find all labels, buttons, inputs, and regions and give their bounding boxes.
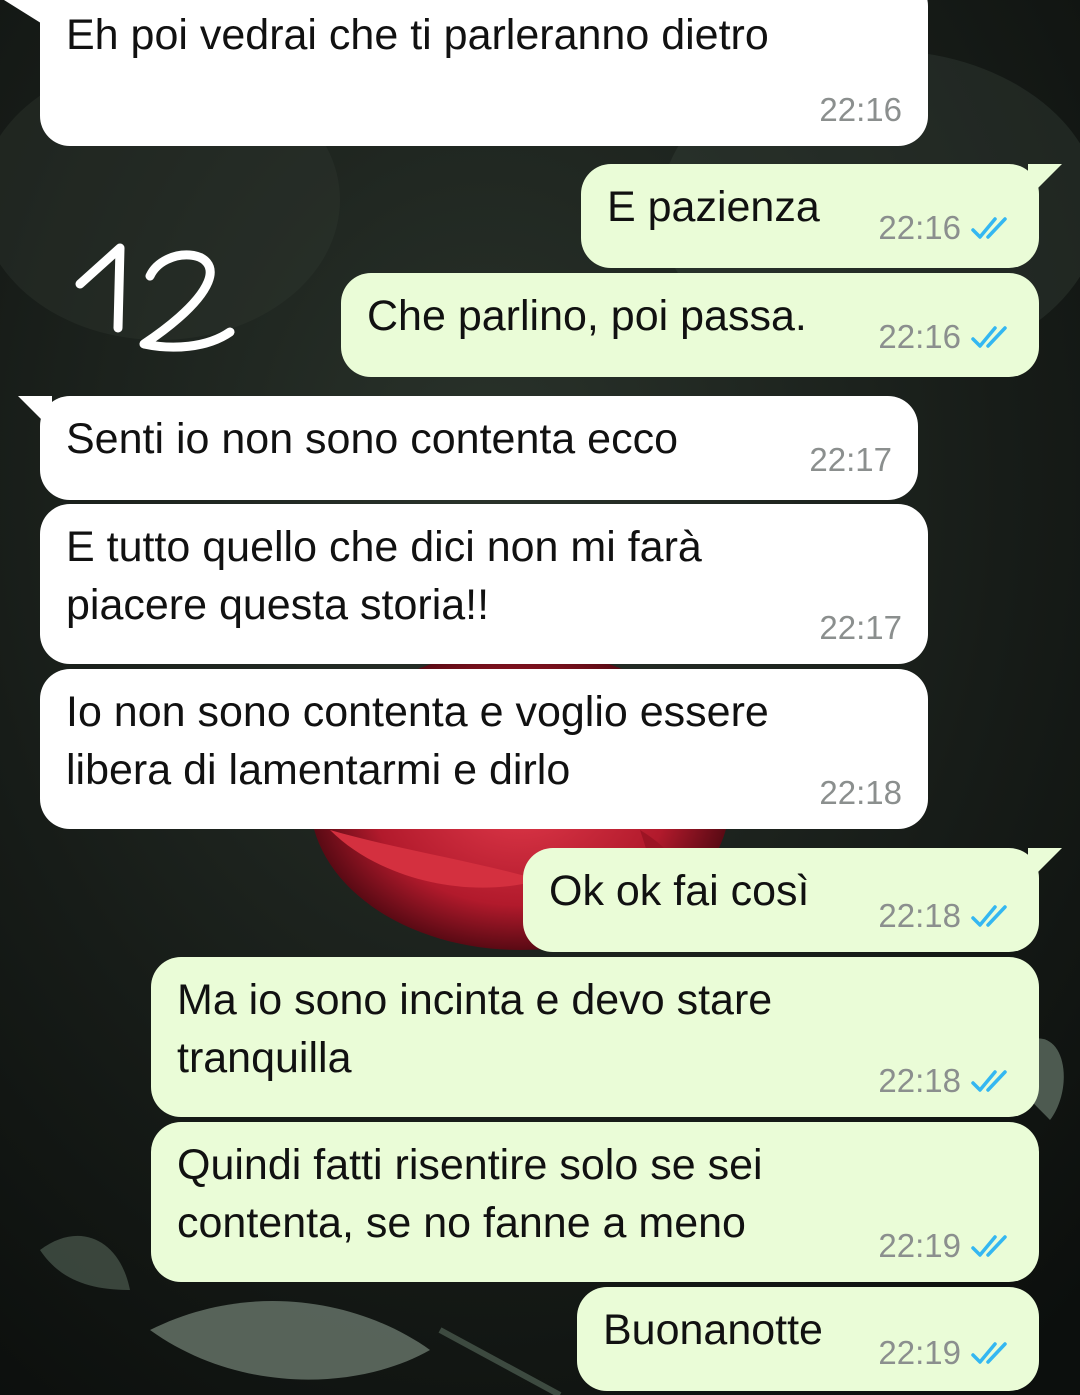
message-time: 22:18 [819, 774, 902, 811]
message-bubble[interactable]: Senti io non sono contenta ecco 22:17 [40, 396, 918, 500]
message-bubble[interactable]: Che parlino, poi passa. 22:16 [341, 273, 1039, 377]
message-time: 22:18 [878, 1062, 961, 1099]
message-text: Senti io non sono contenta ecco [66, 415, 678, 463]
double-check-icon [971, 905, 1007, 927]
message-time: 22:16 [878, 209, 961, 246]
message-text: E tutto quello che dici non mi farà piac… [66, 523, 702, 629]
message-time: 22:19 [878, 1227, 961, 1264]
message-text: Eh poi vedrai che ti parleranno dietro [66, 11, 769, 59]
message-text: Io non sono contenta e voglio essere lib… [66, 688, 769, 794]
message-time: 22:18 [878, 897, 961, 934]
handwritten-annotation [75, 243, 235, 352]
message-bubble[interactable]: Ok ok fai così 22:18 [523, 848, 1039, 952]
double-check-icon [971, 326, 1007, 348]
double-check-icon [971, 1235, 1007, 1257]
message-bubble[interactable]: Ma io sono incinta e devo stare tranquil… [151, 957, 1039, 1117]
message-bubble[interactable]: Buonanotte 22:19 [577, 1287, 1039, 1391]
message-time: 22:16 [878, 318, 961, 355]
message-time: 22:17 [809, 441, 892, 478]
double-check-icon [971, 1342, 1007, 1364]
message-time: 22:17 [819, 609, 902, 646]
message-bubble[interactable]: E pazienza 22:16 [581, 164, 1039, 268]
message-bubble[interactable]: E tutto quello che dici non mi farà piac… [40, 504, 928, 664]
message-time: 22:19 [878, 1334, 961, 1371]
double-check-icon [971, 1070, 1007, 1092]
message-bubble[interactable]: Io non sono contenta e voglio essere lib… [40, 669, 928, 829]
message-time: 22:16 [819, 91, 902, 128]
double-check-icon [971, 217, 1007, 239]
message-bubble[interactable]: Quindi fatti risentire solo se sei conte… [151, 1122, 1039, 1282]
message-bubble[interactable]: Eh poi vedrai che ti parleranno dietro 2… [40, 0, 928, 146]
